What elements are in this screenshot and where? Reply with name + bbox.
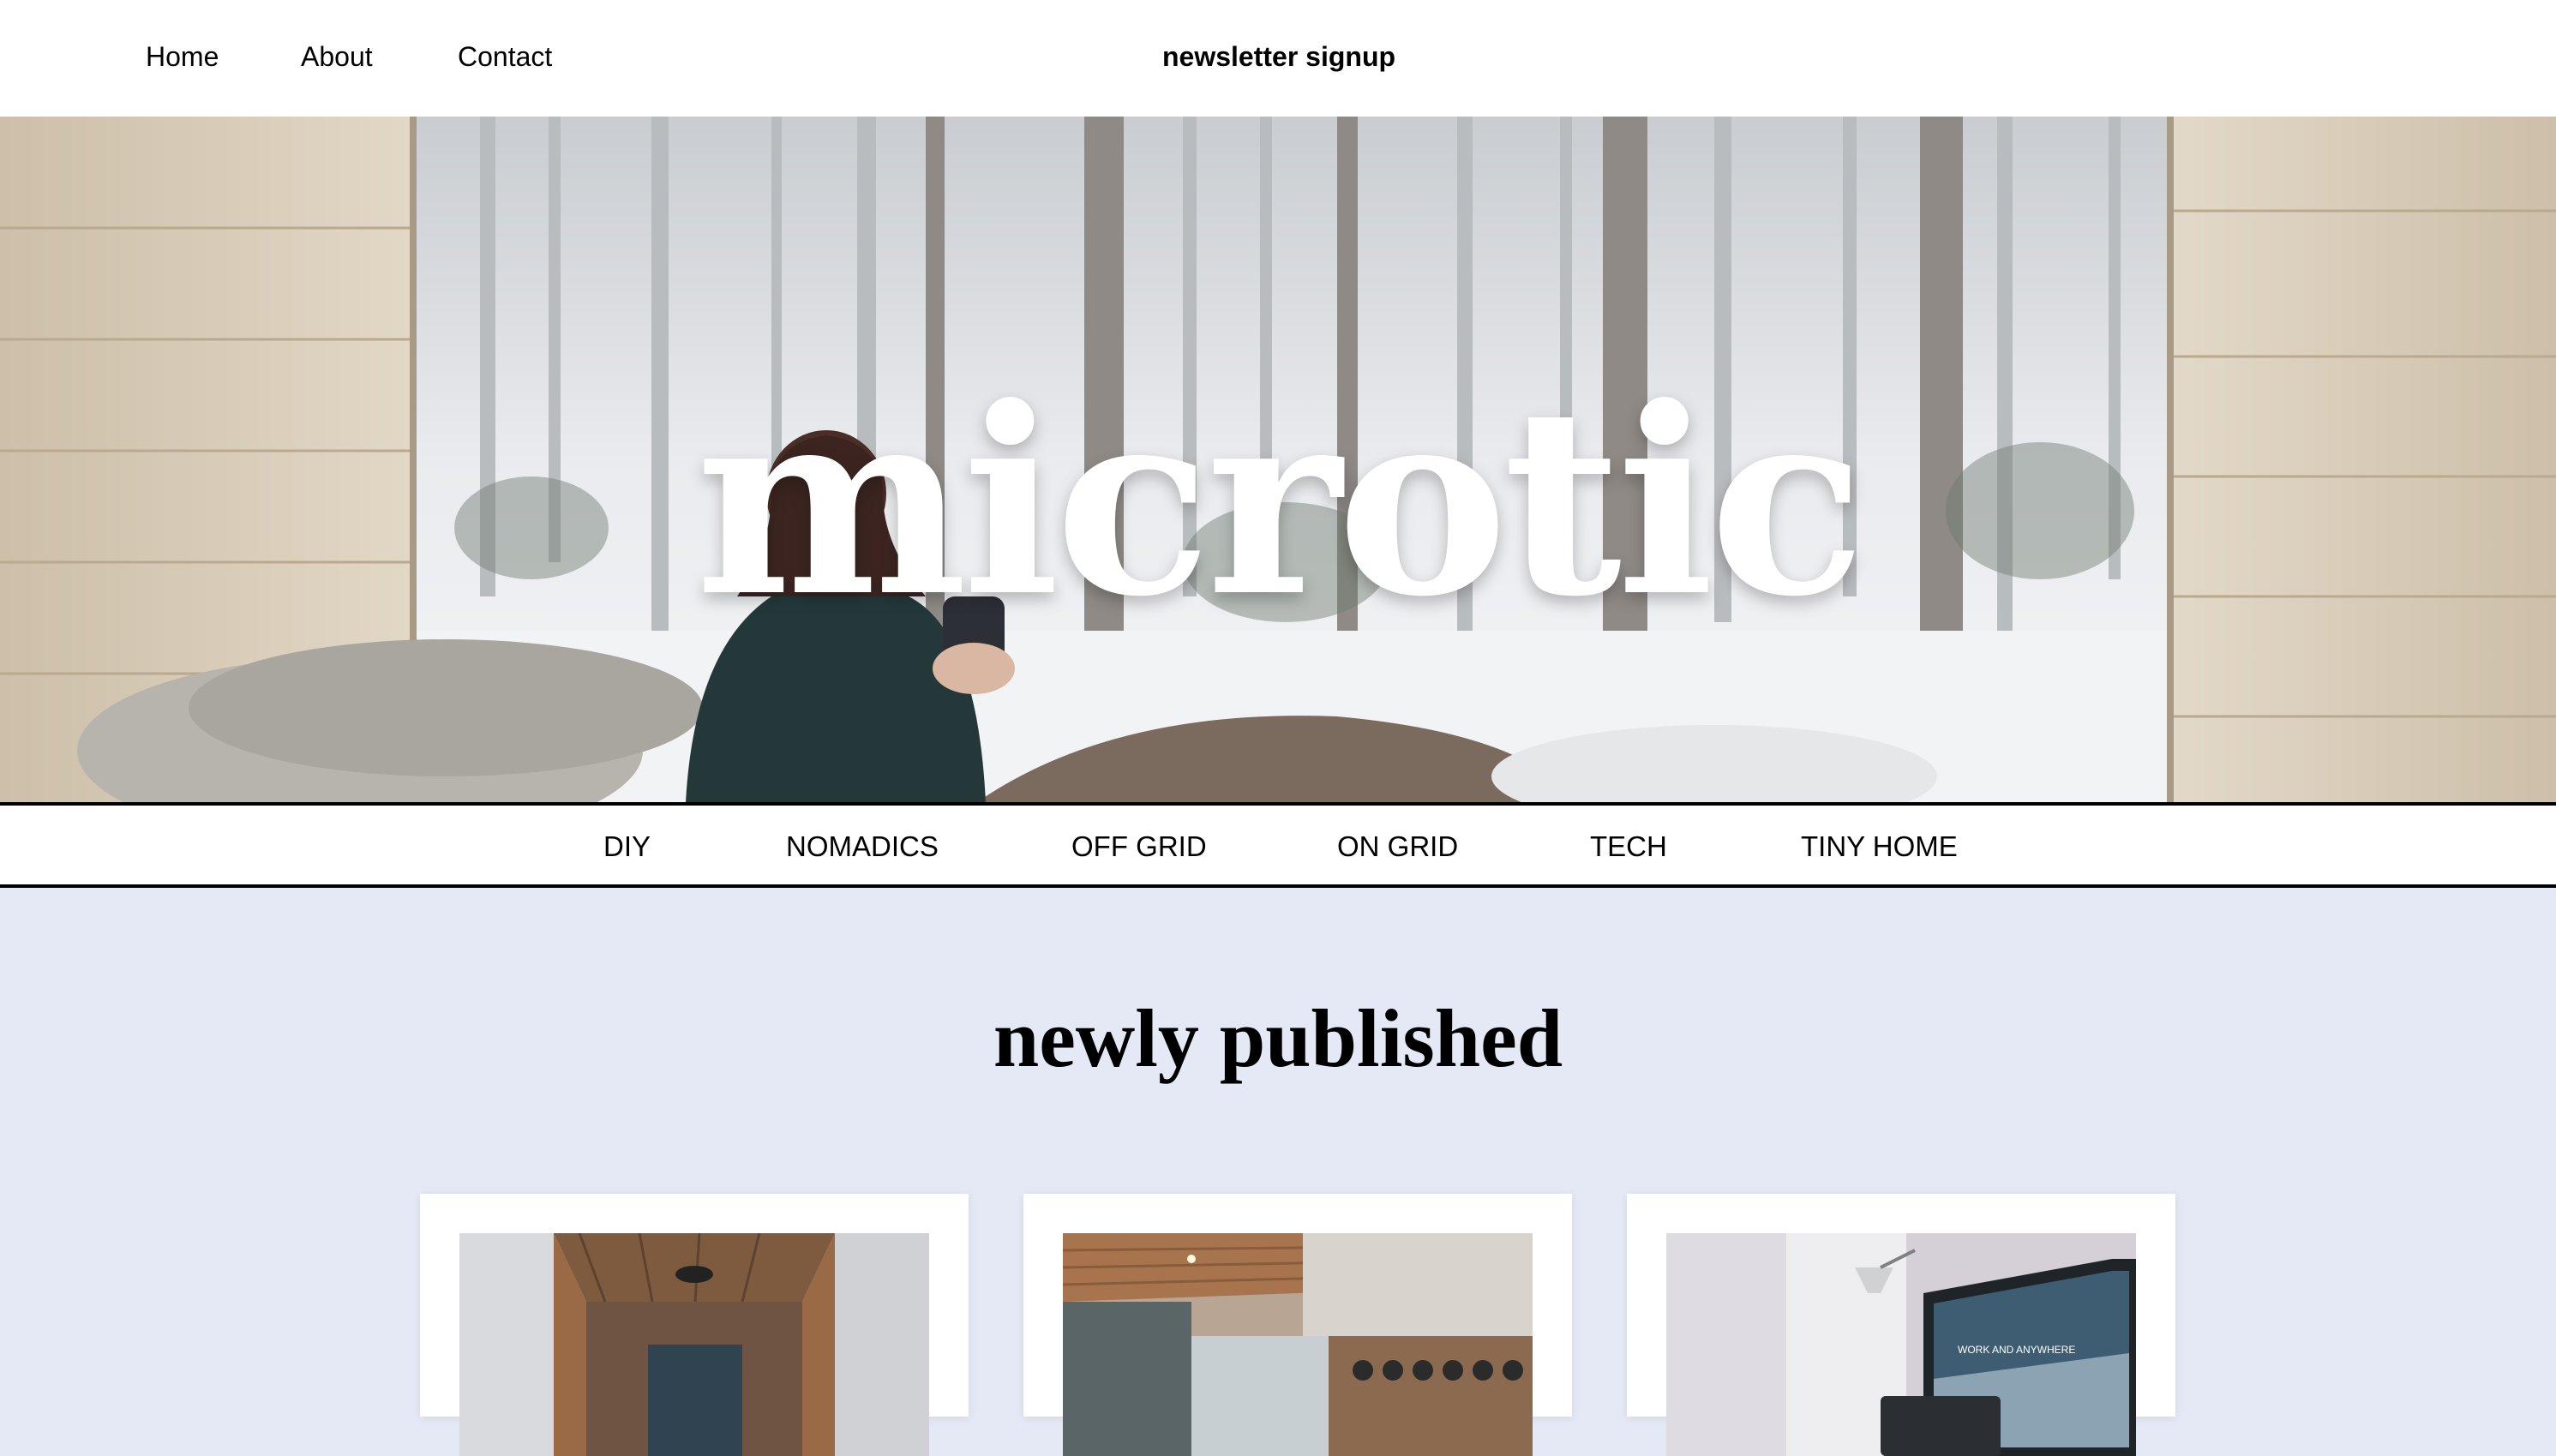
category-link-tech[interactable]: TECH <box>1590 830 1667 864</box>
top-header: Home About Contact newsletter signup <box>0 0 2556 117</box>
category-link-tiny-home[interactable]: TINY HOME <box>1801 830 1958 864</box>
category-link-off-grid[interactable]: OFF GRID <box>1071 830 1207 864</box>
category-link-nomadics[interactable]: NOMADICS <box>786 830 939 864</box>
category-link-diy[interactable]: DIY <box>603 830 651 864</box>
post-image-van-kitchen[interactable] <box>1063 1233 1533 1456</box>
hero-banner: microtic <box>0 117 2556 802</box>
monitor-screen-text: WORK AND ANYWHERE <box>1958 1344 2075 1356</box>
newsletter-signup-link[interactable]: newsletter signup <box>1162 38 1395 75</box>
nav-link-about[interactable]: About <box>301 38 373 75</box>
post-image-desk-workspace[interactable]: WORK AND ANYWHERE <box>1666 1233 2136 1456</box>
brand-wordmark: microtic <box>695 351 1865 653</box>
nav-link-contact[interactable]: Contact <box>458 38 552 75</box>
post-card[interactable] <box>1023 1194 1572 1456</box>
section-title: newly published <box>993 992 1563 1084</box>
post-image-van-interior[interactable] <box>459 1233 929 1456</box>
post-card[interactable] <box>420 1194 969 1456</box>
nav-link-home[interactable]: Home <box>146 38 219 75</box>
category-nav: DIY NOMADICS OFF GRID ON GRID TECH TINY … <box>0 802 2556 888</box>
category-link-on-grid[interactable]: ON GRID <box>1337 830 1458 864</box>
post-card[interactable]: WORK AND ANYWHERE <box>1627 1194 2175 1456</box>
